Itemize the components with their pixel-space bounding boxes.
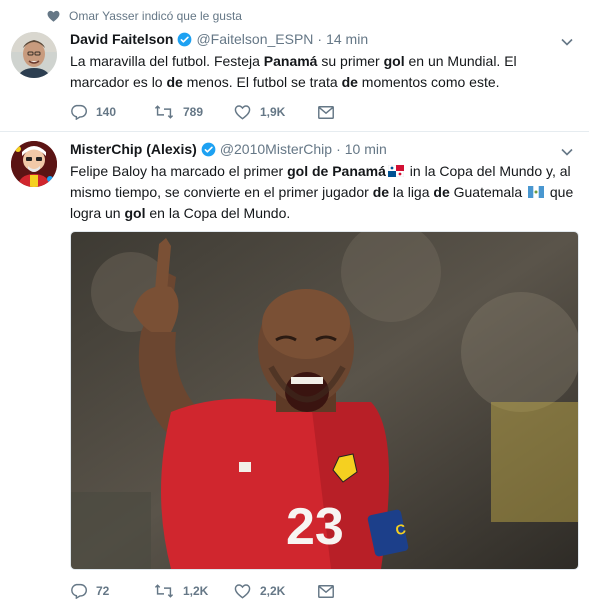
author-handle[interactable]: @2010MisterChip (220, 141, 332, 157)
verified-badge-icon (201, 142, 216, 156)
tweet-faitelson[interactable]: Omar Yasser indicó que le gusta David Fa… (0, 0, 589, 132)
like-count: 2,2K (260, 584, 286, 598)
like-button[interactable]: 1,9K (234, 104, 318, 120)
like-icon (234, 105, 251, 120)
tweet-header: MisterChip (Alexis) @2010MisterChip · 10… (70, 141, 387, 157)
timestamp[interactable]: 14 min (326, 31, 368, 47)
retweet-icon (154, 105, 174, 119)
separator-dot: · (336, 141, 341, 157)
jersey-number: 23 (286, 498, 344, 556)
social-context-text[interactable]: Omar Yasser indicó que le gusta (69, 9, 242, 23)
retweet-count: 789 (183, 105, 204, 119)
like-button[interactable]: 2,2K (234, 583, 318, 599)
reply-icon (71, 104, 87, 120)
retweet-icon (154, 584, 174, 598)
direct-message-button[interactable] (318, 584, 343, 598)
timestamp[interactable]: 10 min (345, 141, 387, 157)
tweet-actions: 140 789 1,9K (70, 104, 343, 120)
tweet-header: David Faitelson @Faitelson_ESPN · 14 min (70, 31, 368, 47)
heart-icon (47, 10, 60, 22)
retweet-button[interactable]: 789 (154, 104, 234, 120)
reply-count: 140 (96, 105, 117, 119)
chevron-down-icon[interactable] (561, 38, 573, 46)
tweet-photo[interactable]: C 23 (70, 231, 579, 570)
author-name[interactable]: MisterChip (Alexis) (70, 141, 197, 157)
reply-icon (71, 583, 87, 599)
retweet-count: 1,2K (183, 584, 209, 598)
tweet-text: Felipe Baloy ha marcado el primer gol de… (70, 163, 574, 221)
author-handle[interactable]: @Faitelson_ESPN (196, 31, 313, 47)
panama-flag-icon (387, 165, 404, 177)
tweet-text: La maravilla del futbol. Festeja Panamá … (70, 53, 517, 90)
reply-button[interactable]: 72 (70, 583, 154, 599)
direct-message-icon (318, 105, 334, 119)
direct-message-icon (318, 584, 334, 598)
author-name[interactable]: David Faitelson (70, 31, 173, 47)
reply-count: 72 (96, 584, 110, 598)
verified-badge-icon (178, 32, 192, 46)
like-count: 1,9K (260, 105, 286, 119)
like-icon (234, 584, 251, 599)
retweet-button[interactable]: 1,2K (154, 583, 234, 599)
direct-message-button[interactable] (318, 105, 343, 119)
avatar[interactable] (11, 32, 57, 78)
tweet-misterchip[interactable]: MisterChip (Alexis) @2010MisterChip · 10… (0, 132, 589, 609)
photo-celebrating-player: C 23 (71, 232, 578, 569)
guatemala-flag-icon (528, 186, 544, 198)
chevron-down-icon[interactable] (561, 148, 573, 156)
social-context: Omar Yasser indicó que le gusta (47, 9, 242, 23)
avatar[interactable] (11, 141, 57, 187)
reply-button[interactable]: 140 (70, 104, 154, 120)
tweet-actions: 72 1,2K 2,2K (70, 583, 343, 599)
separator-dot: · (317, 31, 323, 47)
